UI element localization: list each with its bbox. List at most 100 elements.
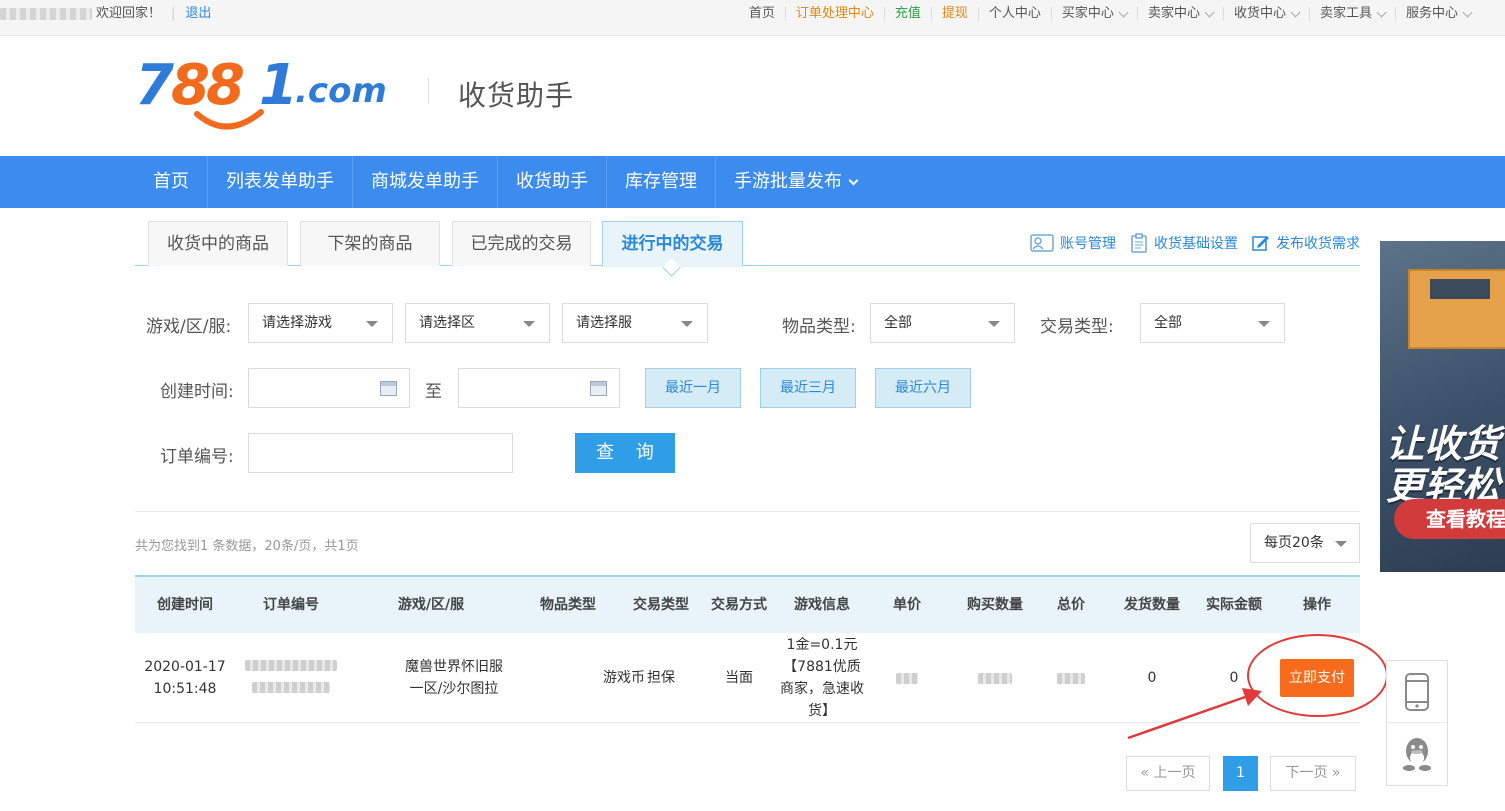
top-nav-item[interactable]: 首页 <box>739 7 785 21</box>
zone-server: 一区/沙尔图拉 <box>409 681 499 697</box>
annotation-arrow <box>1127 688 1262 740</box>
logout-link[interactable]: 退出 <box>185 0 211 28</box>
cell-quantity <box>947 633 1043 723</box>
cell-trade-method: 当面 <box>725 670 753 686</box>
chevron-down-icon <box>848 175 859 185</box>
top-nav-item[interactable]: 卖家工具 <box>1308 6 1395 21</box>
top-nav-label: 买家中心 <box>1061 6 1114 21</box>
table-header-cell: 实际金额 <box>1206 597 1262 613</box>
main-nav-label: 手游批量发布 <box>734 171 842 192</box>
zone-select[interactable]: 请选择区 <box>405 303 550 343</box>
top-nav-item[interactable]: 卖家中心 <box>1136 7 1223 21</box>
logo-7881[interactable]: 7 88 1 .com <box>135 56 397 130</box>
end-date-input[interactable] <box>458 368 620 408</box>
date-range-to: 至 <box>425 382 442 402</box>
order-number-blurred <box>245 660 337 671</box>
caret-down-icon <box>1335 541 1347 547</box>
cell-created-time: 2020-01-17 10:51:48 <box>135 633 235 723</box>
order-number-label: 订单编号: <box>160 447 234 467</box>
game-name: 魔兽世界怀旧服 <box>405 659 503 675</box>
next-page-button[interactable]: 下一页 » <box>1270 756 1356 791</box>
divider <box>135 511 1360 512</box>
chevron-down-icon <box>1376 7 1387 17</box>
last-month-button[interactable]: 最近一月 <box>645 368 741 408</box>
quantity-blurred <box>978 672 1012 684</box>
qq-support[interactable] <box>1387 723 1447 785</box>
trade-type-value: 全部 <box>1154 315 1182 331</box>
last-three-months-button[interactable]: 最近三月 <box>760 368 856 408</box>
top-nav-label: 卖家工具 <box>1319 6 1372 21</box>
cell-trade-type: 担保 <box>647 670 675 686</box>
prev-page-button[interactable]: « 上一页 <box>1126 756 1210 791</box>
main-nav-item[interactable]: 库存管理 <box>607 156 716 208</box>
view-tutorial-button[interactable]: 查看教程 <box>1394 499 1505 539</box>
separator: | <box>171 6 176 21</box>
account-card-icon <box>1030 234 1054 252</box>
top-nav-item[interactable]: 买家中心 <box>1050 6 1137 21</box>
receiving-settings-link[interactable]: 收货基础设置 <box>1130 233 1238 253</box>
cell-order-number <box>235 633 347 723</box>
main-nav-item[interactable]: 收货助手 <box>498 156 607 208</box>
table-header-cell: 购买数量 <box>967 597 1023 613</box>
tab-receiving-items[interactable]: 收货中的商品 <box>148 221 288 266</box>
wechat-official-account[interactable] <box>1387 661 1447 723</box>
calendar-icon[interactable] <box>590 381 607 396</box>
svg-text:.com: .com <box>295 71 387 111</box>
last-six-months-button[interactable]: 最近六月 <box>875 368 971 408</box>
unit-price-blurred <box>896 672 918 684</box>
page-subtitle: 收货助手 <box>458 79 575 112</box>
side-widget <box>1386 660 1448 786</box>
main-nav-label: 列表发单助手 <box>226 171 334 192</box>
top-nav-item[interactable]: 收货中心 <box>1222 7 1309 21</box>
tab-completed-trades[interactable]: 已完成的交易 <box>452 221 591 266</box>
game-info-text: 1金=0.1元【7881优质商家，急速收货】 <box>780 637 864 719</box>
result-summary: 共为您找到1 条数据，20条/页，共1页 <box>135 539 359 554</box>
calendar-icon[interactable] <box>380 381 397 396</box>
table-header-cell: 创建时间 <box>157 597 213 613</box>
per-page-select[interactable]: 每页20条 <box>1250 523 1360 563</box>
created-time-label: 创建时间: <box>160 382 234 402</box>
created-time: 10:51:48 <box>153 681 217 697</box>
logo-divider <box>428 78 429 104</box>
main-nav-item[interactable]: 列表发单助手 <box>208 156 353 208</box>
svg-text:1: 1 <box>259 56 294 118</box>
top-nav-item[interactable]: 提现 <box>930 6 978 21</box>
main-nav-item[interactable]: 首页 <box>135 156 208 208</box>
item-type-select[interactable]: 全部 <box>870 303 1015 343</box>
main-nav-item[interactable]: 商城发单助手 <box>353 156 498 208</box>
top-nav-item[interactable]: 个人中心 <box>977 7 1051 21</box>
page-1-button[interactable]: 1 <box>1223 756 1258 791</box>
receiving-settings-label: 收货基础设置 <box>1154 236 1238 252</box>
top-nav-label: 提现 <box>941 6 968 21</box>
top-nav-item[interactable]: 订单处理中心 <box>784 7 884 21</box>
order-number-input[interactable] <box>248 433 513 473</box>
package-tape <box>1430 279 1490 299</box>
server-select[interactable]: 请选择服 <box>562 303 708 343</box>
table-header-cell: 总价 <box>1057 597 1085 613</box>
cell-total-price <box>1043 633 1099 723</box>
zone-select-value: 请选择区 <box>419 315 475 331</box>
chevron-down-icon <box>1204 7 1215 17</box>
tab-ongoing-trades[interactable]: 进行中的交易 <box>602 221 743 267</box>
promo-banner[interactable]: 让收货 更轻松 查看教程 <box>1380 241 1505 572</box>
search-button[interactable]: 查 询 <box>575 433 675 473</box>
table-header-cell: 游戏/区/服 <box>397 597 465 613</box>
start-date-input[interactable] <box>248 368 410 408</box>
item-type-label: 物品类型: <box>782 317 856 337</box>
top-nav-item[interactable]: 充值 <box>883 7 931 21</box>
top-nav-item[interactable]: 服务中心 <box>1394 7 1481 21</box>
top-bar: 欢迎回家！ | 退出 首页 订单处理中心 充值 提现 个人中心 买家中心 卖家中心 收货中心 卖… <box>0 0 1505 36</box>
game-select[interactable]: 请选择游戏 <box>248 303 393 343</box>
trade-type-select[interactable]: 全部 <box>1140 303 1285 343</box>
tab-delisted-items[interactable]: 下架的商品 <box>300 221 440 266</box>
caret-down-icon <box>366 321 378 327</box>
main-nav-item[interactable]: 手游批量发布 <box>716 156 875 208</box>
account-management-link[interactable]: 账号管理 <box>1030 233 1116 253</box>
welcome-text: 欢迎回家！ <box>96 6 162 21</box>
publish-demand-link[interactable]: 发布收货需求 <box>1252 233 1360 253</box>
main-nav-label: 收货助手 <box>516 171 588 192</box>
table-header-cell: 游戏信息 <box>794 597 850 613</box>
item-type-value: 全部 <box>884 315 912 331</box>
chevron-down-icon <box>1118 7 1129 17</box>
caret-down-icon <box>681 321 693 327</box>
